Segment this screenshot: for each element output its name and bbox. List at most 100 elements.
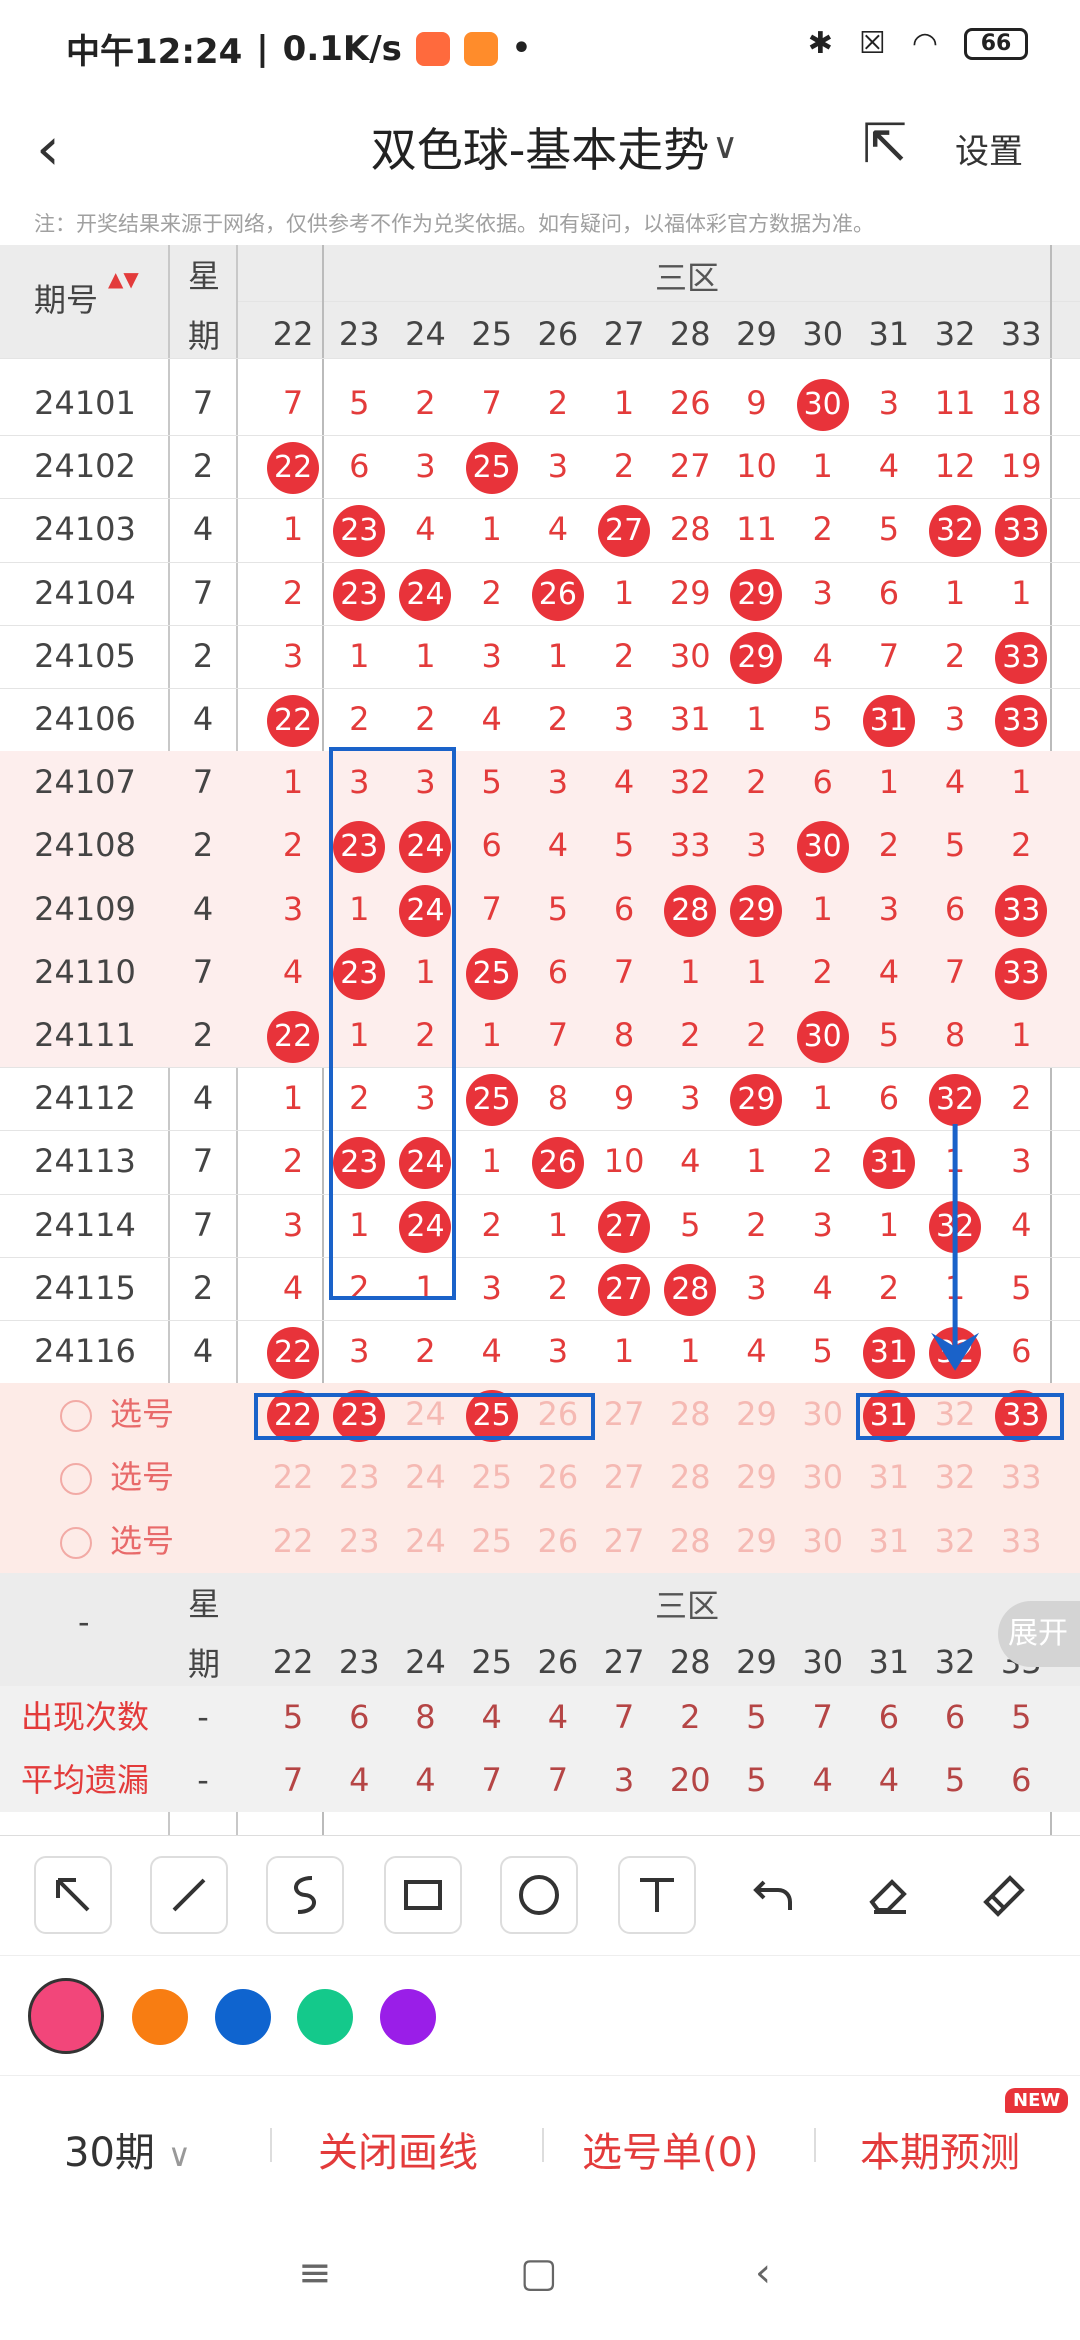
number-cell: 25 bbox=[459, 435, 525, 498]
select-number[interactable]: 30 bbox=[790, 1446, 856, 1509]
select-number[interactable]: 27 bbox=[591, 1383, 657, 1446]
selection-list-button[interactable]: 选号单(0) bbox=[582, 2120, 759, 2178]
select-label: 选号 bbox=[110, 1395, 175, 1434]
number-cell: 3 bbox=[878, 384, 900, 422]
select-number[interactable]: 24 bbox=[392, 1446, 458, 1509]
select-number[interactable]: 31 bbox=[856, 1446, 922, 1509]
number-cell: 1 bbox=[812, 1079, 833, 1118]
period-header[interactable]: 期号 bbox=[34, 275, 98, 321]
select-number[interactable]: 27 bbox=[591, 1510, 657, 1573]
number-cell: 12 bbox=[934, 447, 976, 486]
number-cell: 5 bbox=[613, 826, 635, 865]
hit-ball: 22 bbox=[267, 1327, 320, 1379]
select-number[interactable]: 23 bbox=[326, 1446, 392, 1509]
select-number[interactable]: 30 bbox=[790, 1383, 856, 1446]
number-cell: 1 bbox=[481, 1016, 502, 1054]
select-row-label[interactable]: 选号 bbox=[60, 1510, 174, 1573]
number-cell: 5 bbox=[349, 384, 370, 422]
hit-ball: 29 bbox=[730, 568, 783, 621]
number-cell: 3 bbox=[746, 1268, 767, 1307]
select-row-label[interactable]: 选号 bbox=[60, 1446, 174, 1509]
column-number: 30 bbox=[802, 315, 844, 353]
select-number[interactable]: 28 bbox=[657, 1446, 723, 1509]
sort-icon[interactable]: ▲▼ bbox=[108, 269, 139, 289]
number-cell: 2 bbox=[944, 636, 966, 675]
hit-ball: 29 bbox=[730, 884, 783, 937]
predict-button[interactable]: 本期预测 bbox=[860, 2120, 1020, 2178]
number-cell: 2 bbox=[878, 1268, 900, 1307]
number-cell: 2 bbox=[1011, 826, 1032, 865]
select-number[interactable]: 29 bbox=[723, 1446, 789, 1509]
close-line-button[interactable]: 关闭画线 bbox=[318, 2120, 478, 2178]
week-cell: 2 bbox=[192, 636, 214, 675]
undo-icon[interactable] bbox=[734, 1856, 812, 1934]
select-number[interactable]: 31 bbox=[856, 1510, 922, 1573]
color-blue[interactable] bbox=[215, 1989, 271, 2045]
number-cell: 3 bbox=[481, 636, 502, 675]
select-number[interactable]: 29 bbox=[723, 1510, 789, 1573]
radio-icon[interactable] bbox=[60, 1400, 92, 1433]
clear-brush-icon[interactable] bbox=[966, 1856, 1044, 1934]
number-cell: 1 bbox=[481, 510, 502, 549]
period-selector[interactable]: 30期 ∨ bbox=[64, 2120, 191, 2178]
settings-button[interactable]: 设置 bbox=[955, 124, 1023, 173]
arrow-tool-icon[interactable] bbox=[34, 1856, 112, 1934]
select-number[interactable]: 26 bbox=[525, 1446, 591, 1509]
system-nav-bar: ≡ ▢ ‹ bbox=[0, 2210, 1080, 2340]
stats-cell: 20 bbox=[669, 1761, 711, 1799]
radio-icon[interactable] bbox=[60, 1526, 92, 1559]
select-number[interactable]: 32 bbox=[922, 1510, 988, 1573]
stats-cell: 4 bbox=[547, 1697, 569, 1736]
select-number[interactable]: 26 bbox=[525, 1510, 591, 1573]
chevron-down-icon[interactable]: ∨ bbox=[712, 126, 738, 167]
screen: { "status": {"time":"中午12:24","speed":"0… bbox=[0, 0, 1080, 2340]
drawn-rectangle-select-left bbox=[254, 1393, 595, 1441]
column-number: 32 bbox=[934, 315, 976, 353]
number-cell: 3 bbox=[481, 1268, 502, 1307]
menu-nav-icon[interactable]: ≡ bbox=[298, 2250, 332, 2296]
stats-label: 平均遗漏 bbox=[20, 1761, 149, 1799]
select-number[interactable]: 27 bbox=[591, 1446, 657, 1509]
number-cell: 2 bbox=[547, 700, 569, 738]
number-cell: 2 bbox=[282, 1142, 304, 1181]
number-cell: 1 bbox=[680, 952, 701, 991]
select-number[interactable]: 24 bbox=[392, 1510, 458, 1573]
rectangle-tool-icon[interactable] bbox=[384, 1856, 462, 1934]
select-number[interactable]: 28 bbox=[657, 1510, 723, 1573]
select-number[interactable]: 30 bbox=[790, 1510, 856, 1573]
select-number[interactable]: 28 bbox=[657, 1383, 723, 1446]
page-title[interactable]: 双色球-基本走势 bbox=[0, 114, 1080, 180]
color-purple[interactable] bbox=[380, 1989, 436, 2045]
color-orange[interactable] bbox=[132, 1989, 188, 2045]
select-number[interactable]: 33 bbox=[988, 1510, 1054, 1573]
select-number[interactable]: 22 bbox=[260, 1446, 326, 1509]
color-pink[interactable] bbox=[28, 1978, 104, 2054]
drawn-rectangle-select-right bbox=[855, 1393, 1065, 1441]
number-cell: 1 bbox=[547, 636, 569, 675]
select-number[interactable]: 33 bbox=[988, 1446, 1054, 1509]
expand-button[interactable]: 展开 bbox=[998, 1600, 1080, 1667]
line-tool-icon[interactable] bbox=[150, 1856, 228, 1934]
select-row-label[interactable]: 选号 bbox=[60, 1383, 174, 1446]
color-green[interactable] bbox=[297, 1989, 353, 2045]
home-nav-icon[interactable]: ▢ bbox=[520, 2250, 558, 2296]
select-number[interactable]: 22 bbox=[260, 1510, 326, 1573]
select-number[interactable]: 32 bbox=[922, 1446, 988, 1509]
radio-icon[interactable] bbox=[60, 1463, 92, 1496]
eraser-icon[interactable] bbox=[850, 1856, 928, 1934]
week-cell: 2 bbox=[192, 447, 214, 486]
circle-tool-icon[interactable] bbox=[500, 1856, 578, 1934]
number-cell: 19 bbox=[1000, 447, 1042, 486]
select-number[interactable]: 23 bbox=[326, 1510, 392, 1573]
curve-tool-icon[interactable] bbox=[266, 1856, 344, 1934]
select-number[interactable]: 29 bbox=[723, 1383, 789, 1446]
share-icon[interactable]: ⇱ bbox=[862, 112, 907, 175]
period-selector-label: 30期 bbox=[64, 2130, 155, 2176]
week-cell: 2 bbox=[192, 1016, 214, 1054]
text-tool-icon[interactable] bbox=[618, 1856, 696, 1934]
select-number[interactable]: 25 bbox=[459, 1510, 525, 1573]
hit-ball: 25 bbox=[465, 947, 518, 1000]
back-nav-icon[interactable]: ‹ bbox=[755, 2250, 771, 2296]
select-number[interactable]: 25 bbox=[459, 1446, 525, 1509]
select-label: 选号 bbox=[110, 1458, 175, 1497]
